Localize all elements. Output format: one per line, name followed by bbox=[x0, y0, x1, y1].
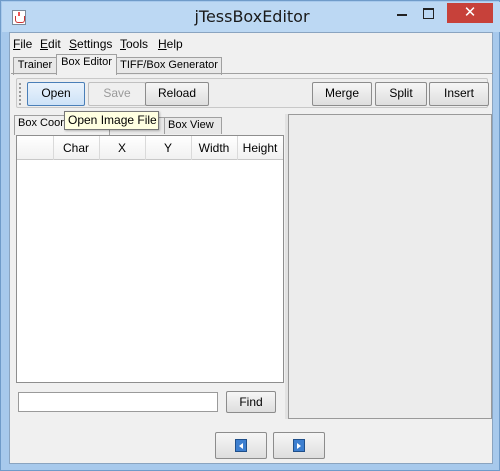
image-view-panel[interactable] bbox=[288, 114, 492, 419]
toolbar: Open Save Reload Merge Split Insert bbox=[16, 78, 489, 108]
maximize-button[interactable] bbox=[415, 3, 441, 23]
menu-edit[interactable]: Edit bbox=[40, 37, 61, 51]
tab-box-view[interactable]: Box View bbox=[164, 117, 222, 134]
window-frame: jTessBoxEditor ✕ File Edit Settings Tool… bbox=[0, 0, 500, 471]
close-icon: ✕ bbox=[463, 4, 477, 21]
column-header-height[interactable]: Height bbox=[237, 136, 283, 160]
minimize-icon bbox=[397, 14, 407, 16]
next-page-icon bbox=[293, 439, 305, 452]
find-button[interactable]: Find bbox=[226, 391, 276, 413]
tooltip: Open Image File bbox=[64, 111, 159, 130]
menu-tools[interactable]: Tools bbox=[120, 37, 148, 51]
menu-file[interactable]: File bbox=[13, 37, 32, 51]
title-bar[interactable]: jTessBoxEditor ✕ bbox=[2, 2, 500, 32]
close-button[interactable]: ✕ bbox=[447, 3, 493, 23]
column-header-y[interactable]: Y bbox=[145, 136, 192, 160]
insert-button[interactable]: Insert bbox=[429, 82, 489, 106]
client-area: File Edit Settings Tools Help Trainer Bo… bbox=[9, 32, 493, 464]
merge-button[interactable]: Merge bbox=[312, 82, 372, 106]
column-header-char[interactable]: Char bbox=[53, 136, 100, 160]
split-button[interactable]: Split bbox=[375, 82, 427, 106]
box-table[interactable]: Char X Y Width Height bbox=[16, 135, 284, 383]
toolbar-grip[interactable] bbox=[19, 83, 22, 105]
prev-page-button[interactable] bbox=[215, 432, 267, 459]
find-input[interactable] bbox=[18, 392, 218, 412]
tab-box-editor[interactable]: Box Editor bbox=[56, 54, 117, 75]
open-button[interactable]: Open bbox=[27, 82, 85, 106]
column-header-row-number[interactable] bbox=[17, 136, 54, 160]
column-header-x[interactable]: X bbox=[99, 136, 146, 160]
maximize-icon bbox=[422, 8, 434, 19]
column-header-width[interactable]: Width bbox=[191, 136, 238, 160]
table-header: Char X Y Width Height bbox=[17, 136, 283, 160]
prev-page-icon bbox=[235, 439, 247, 452]
box-table-panel: Box Coordinates Box Data Box View Char X… bbox=[14, 115, 285, 423]
menu-bar: File Edit Settings Tools Help bbox=[10, 35, 494, 53]
menu-settings[interactable]: Settings bbox=[69, 37, 112, 51]
main-tab-bar: Trainer Box Editor TIFF/Box Generator bbox=[10, 54, 494, 75]
save-button[interactable]: Save bbox=[88, 82, 146, 106]
box-editor-panel: Open Save Reload Merge Split Insert Box … bbox=[11, 73, 493, 465]
reload-button[interactable]: Reload bbox=[145, 82, 209, 106]
minimize-button[interactable] bbox=[389, 3, 415, 23]
next-page-button[interactable] bbox=[273, 432, 325, 459]
menu-help[interactable]: Help bbox=[158, 37, 183, 51]
